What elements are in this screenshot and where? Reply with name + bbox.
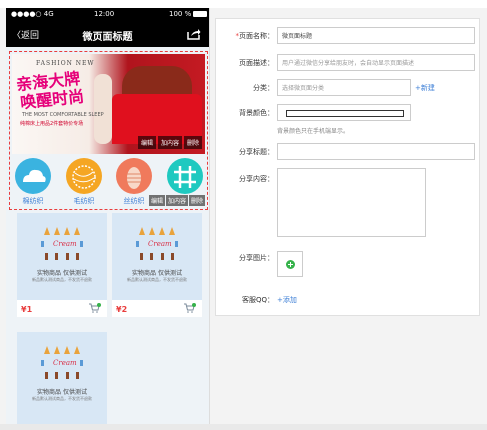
svg-text:Cream: Cream [148, 240, 172, 248]
product-card[interactable]: Cream 实物商品 仅供测试 新品默认测试商品，不发货不退款 ¥2 [112, 213, 202, 317]
selected-module-area[interactable]: FASHION NEW 亲海大牌 唤醒时尚 THE MOST COMFORTAB… [9, 51, 208, 210]
svg-text:Cream: Cream [53, 359, 77, 367]
banner-actions: 编辑 加内容 删除 [136, 136, 202, 149]
cart-icon[interactable] [89, 303, 101, 313]
icecream-illustration: Cream [41, 227, 83, 260]
cart-icon[interactable] [184, 303, 196, 313]
svg-text:Cream: Cream [53, 240, 77, 248]
icecream-illustration: Cream [41, 346, 83, 379]
nav-label: 毛纺织 [73, 197, 95, 205]
page-desc-input[interactable]: 用户通过微信分享给朋友时，会自动显示页面描述 [277, 54, 475, 71]
nav-icon-grid[interactable] [166, 158, 204, 196]
plus-icon [286, 260, 295, 269]
page-settings-form: *页面名称： 微页面标题 页面描述： 用户通过微信分享给朋友时，会自动显示页面描… [215, 18, 480, 316]
product-card[interactable]: Cream 实物商品 仅供测试 新品默认测试商品，不发货不退款 ¥1 [17, 213, 107, 317]
banner-add-content-button[interactable]: 加内容 [157, 136, 182, 149]
share-title-input[interactable] [277, 143, 475, 160]
share-icon[interactable] [187, 28, 201, 40]
service-qq-label: 客服QQ： [241, 296, 274, 304]
product-name: 实物商品 仅供测试 [37, 270, 87, 277]
banner-subline-2: 纯棉床上用品2件套特价专场 [20, 121, 84, 127]
status-battery: 100 % [169, 10, 208, 18]
share-content-textarea[interactable] [277, 168, 426, 237]
nav-icon-cotton[interactable]: 棉纺织 [14, 158, 52, 206]
page-name-label: *页面名称： [235, 32, 275, 40]
product-desc: 新品默认测试商品，不发货不退款 [127, 277, 187, 282]
page-desc-label: 页面描述： [239, 59, 274, 67]
cloud-icon [15, 158, 51, 194]
status-bar: ●●●●○ 4G 12:00 100 % [6, 8, 209, 22]
top-strip [0, 0, 487, 8]
model-figure [94, 74, 112, 144]
nav-edit-button[interactable]: 编辑 [148, 195, 165, 206]
nav-delete-button[interactable]: 删除 [188, 195, 205, 206]
new-category-link[interactable]: +新建 [415, 83, 435, 93]
banner-subline-1: THE MOST COMFORTABLE SLEEP [22, 112, 104, 118]
product-image: Cream 实物商品 仅供测试 新品默认测试商品，不发货不退款 [17, 332, 107, 426]
product-name: 实物商品 仅供测试 [37, 389, 87, 396]
cocoon-icon [116, 158, 152, 194]
page-title: 微页面标题 [82, 32, 133, 43]
page-name-input[interactable]: 微页面标题 [277, 27, 475, 44]
nav-actions: 编辑 加内容 删除 [148, 195, 205, 206]
bg-color-label: 背景颜色： [239, 109, 274, 117]
product-desc: 新品默认测试商品，不发货不退款 [32, 396, 92, 401]
share-image-upload[interactable] [277, 251, 303, 277]
bottom-bar [0, 424, 487, 430]
share-image-label: 分享图片： [239, 254, 274, 262]
banner-image[interactable]: FASHION NEW 亲海大牌 唤醒时尚 THE MOST COMFORTAB… [12, 54, 205, 154]
yarn-icon [66, 158, 102, 194]
category-label: 分类： [253, 84, 274, 92]
add-qq-link[interactable]: +添加 [277, 295, 297, 305]
product-card[interactable]: Cream 实物商品 仅供测试 新品默认测试商品，不发货不退款 [17, 332, 107, 426]
product-price: ¥1 [21, 305, 33, 314]
nav-add-content-button[interactable]: 加内容 [165, 195, 188, 206]
nav-icon-row: 棉纺织 毛纺织 丝纺织 编辑 加内容 删除 [12, 158, 205, 208]
icecream-illustration: Cream [136, 227, 178, 260]
status-carrier: ●●●●○ 4G [11, 10, 54, 18]
battery-icon [193, 11, 208, 17]
nav-label: 棉纺织 [22, 197, 44, 205]
product-name: 实物商品 仅供测试 [132, 270, 182, 277]
banner-delete-button[interactable]: 删除 [183, 136, 202, 149]
product-desc: 新品默认测试商品，不发货不退款 [32, 277, 92, 282]
share-title-label: 分享标题： [239, 148, 274, 156]
bg-color-picker[interactable] [277, 104, 411, 121]
product-price: ¥2 [116, 305, 128, 314]
product-image: Cream 实物商品 仅供测试 新品默认测试商品，不发货不退款 [112, 213, 202, 300]
phone-preview: ●●●●○ 4G 12:00 100 % 〈返回 微页面标题 FASHION N… [6, 8, 210, 426]
phone-navbar: 〈返回 微页面标题 [6, 22, 209, 47]
color-swatch [286, 110, 404, 117]
status-time: 12:00 [94, 10, 115, 18]
banner-headline-2: 唤醒时尚 [19, 86, 85, 113]
category-select[interactable]: 选择微页面分类 [277, 79, 411, 96]
nav-icon-wool[interactable]: 毛纺织 [65, 158, 103, 206]
share-content-label: 分享内容： [239, 175, 274, 183]
bg-color-hint: 背景颜色只在手机端显示。 [277, 128, 350, 135]
product-image: Cream 实物商品 仅供测试 新品默认测试商品，不发货不退款 [17, 213, 107, 300]
banner-edit-button[interactable]: 编辑 [137, 136, 156, 149]
grid-icon [167, 158, 203, 194]
bed-headboard [122, 66, 192, 96]
